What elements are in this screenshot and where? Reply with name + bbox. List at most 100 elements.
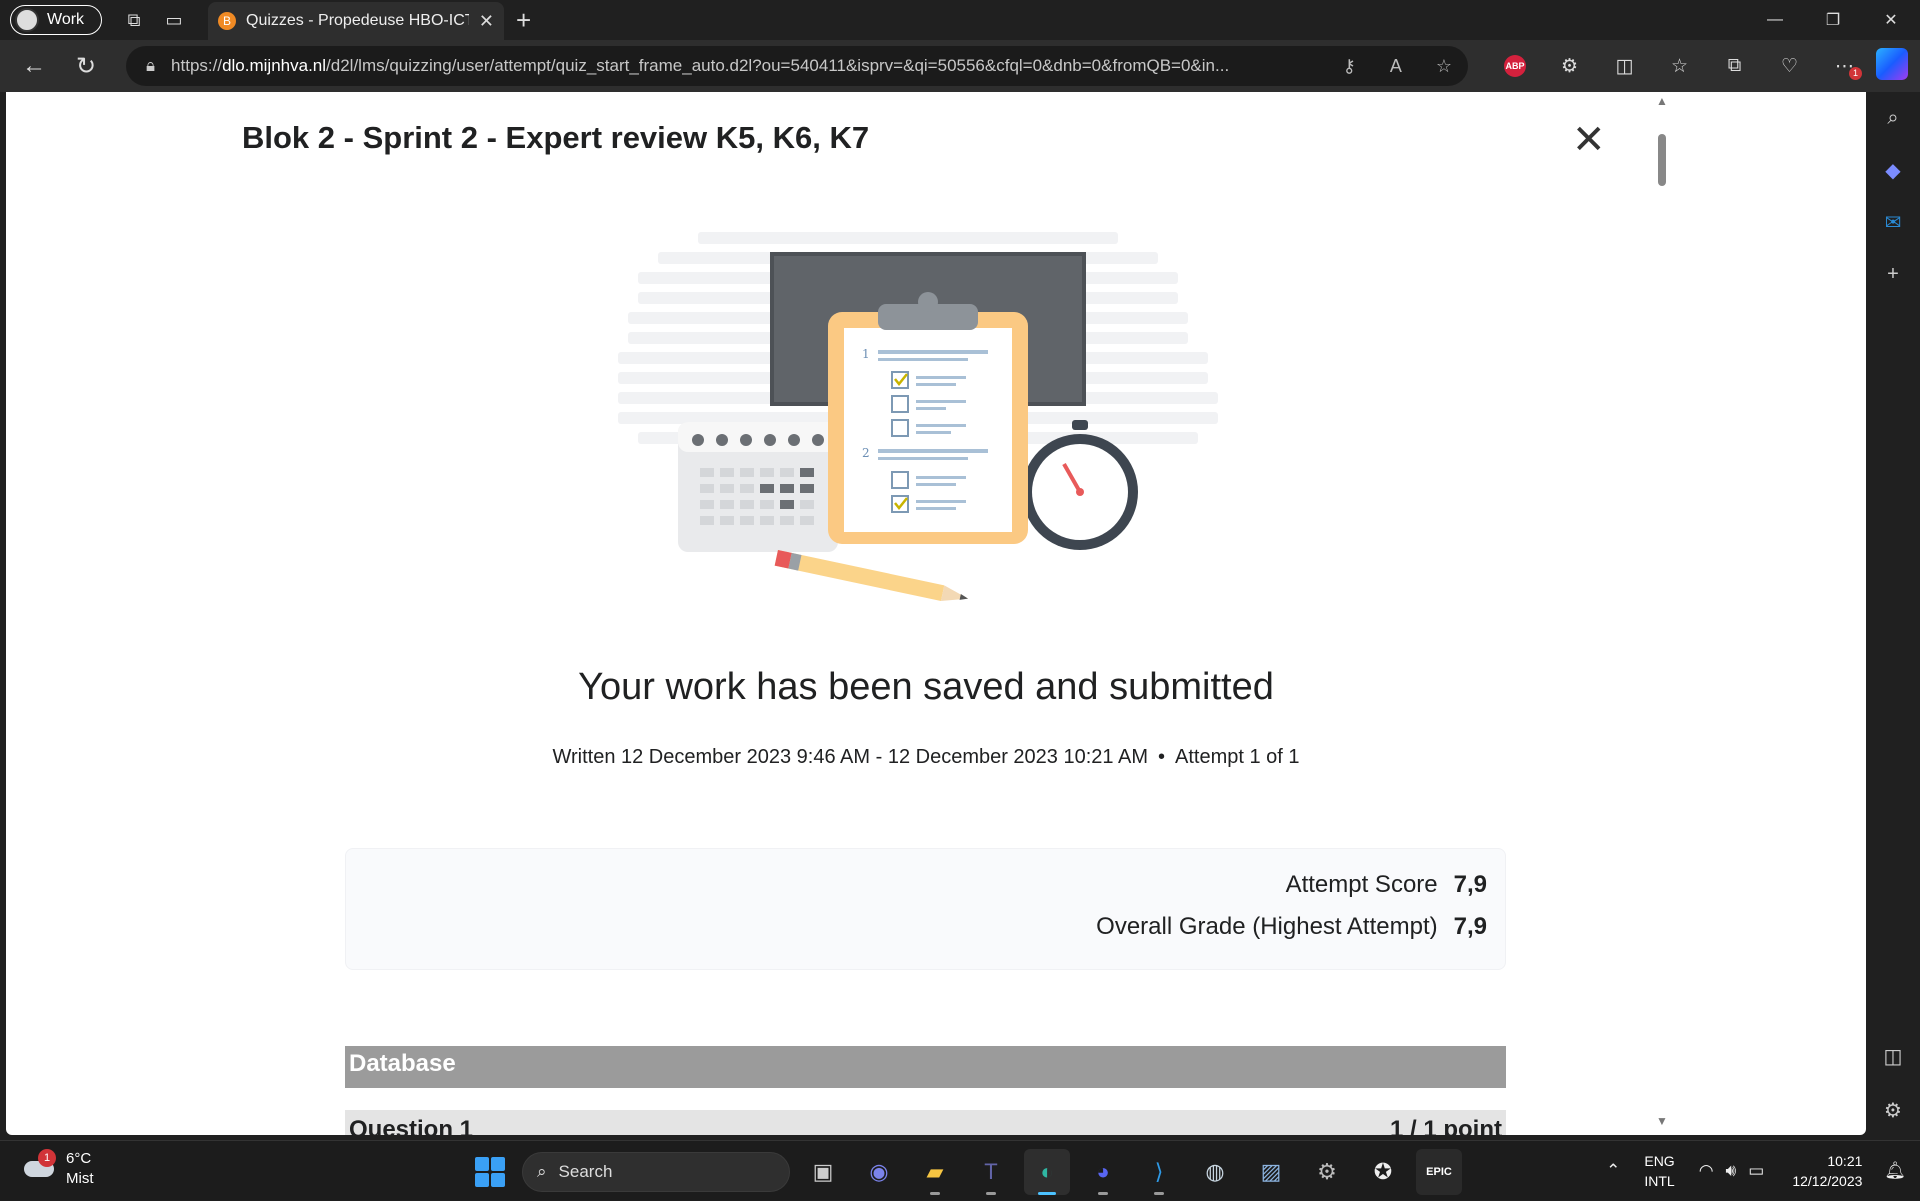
volume-icon[interactable]: 🔊︎ — [1726, 1161, 1737, 1181]
adblock-plus-icon[interactable]: ABP — [1504, 55, 1526, 77]
sidebar-toggle-icon[interactable]: ◫ — [1866, 1030, 1920, 1082]
score-summary: Attempt Score 7,9 Overall Grade (Highest… — [345, 848, 1506, 970]
clock-time: 10:21 — [1827, 1153, 1863, 1169]
tab-title: Quizzes - Propedeuse HBO-ICT 2 — [246, 12, 469, 29]
workspaces-icon[interactable]: ⧉ — [114, 0, 154, 40]
weather-widget[interactable]: 1 6°C Mist — [22, 1149, 94, 1189]
question-row: Question 1 1 / 1 point — [345, 1110, 1506, 1135]
browser-window: Work ⧉ ▭ B Quizzes - Propedeuse HBO-ICT … — [0, 0, 1920, 1140]
sidebar-search-icon[interactable]: ⌕ — [1866, 92, 1920, 144]
scroll-thumb[interactable] — [1658, 134, 1666, 186]
url-path: /d2l/lms/quizzing/user/attempt/quiz_star… — [326, 56, 1230, 75]
refresh-icon[interactable]: ↻ — [60, 52, 112, 81]
weather-desc: Mist — [66, 1170, 94, 1187]
split-screen-icon[interactable]: ◫ — [1597, 55, 1652, 78]
taskbar-search[interactable]: ⌕ Search — [522, 1152, 790, 1192]
discord-icon[interactable]: ◕ — [1080, 1149, 1126, 1195]
question-points: 1 / 1 point — [1389, 1116, 1502, 1135]
vertical-tabs-icon[interactable]: ▭ — [154, 0, 194, 40]
collections-icon[interactable]: ⧉ — [1707, 55, 1762, 77]
lang-code: ENG — [1644, 1153, 1675, 1169]
favorites-icon[interactable]: ☆ — [1652, 55, 1707, 78]
url-prefix: https:// — [171, 56, 223, 75]
close-icon[interactable]: ✕ — [1572, 120, 1606, 160]
taskbar: 1 6°C Mist ⌕ Search ▣ ◉ ▰ T ◐ ◕ ⟩ ◍ ▨ ⚙ … — [0, 1140, 1920, 1200]
weather-cloud-icon: 1 — [22, 1149, 56, 1183]
outlook-icon[interactable]: ✉ — [1866, 196, 1920, 248]
minimize-icon[interactable]: — — [1746, 0, 1804, 40]
lock-icon[interactable]: 🔒︎ — [146, 56, 155, 76]
weather-badge: 1 — [38, 1149, 56, 1167]
read-aloud-icon[interactable]: A — [1390, 56, 1402, 77]
browser-essentials-icon[interactable]: ♡ — [1762, 55, 1817, 78]
written-dates: Written 12 December 2023 9:46 AM - 12 De… — [552, 746, 1148, 768]
score-label: Attempt Score — [1285, 871, 1438, 898]
search-icon: ⌕ — [537, 1162, 547, 1181]
submission-illustration: 1 2 — [618, 232, 1218, 601]
brightspace-favicon-icon: B — [218, 12, 236, 30]
key-icon[interactable]: ⚷ — [1343, 56, 1356, 77]
copilot-icon[interactable] — [1876, 48, 1908, 80]
scroll-down-icon[interactable]: ▼ — [1656, 1114, 1668, 1128]
tab-close-icon[interactable]: ✕ — [479, 11, 494, 32]
score-label: Overall Grade (Highest Attempt) — [1096, 913, 1438, 940]
file-explorer-icon[interactable]: ▰ — [912, 1149, 958, 1195]
task-view-icon[interactable]: ▣ — [800, 1149, 846, 1195]
close-window-icon[interactable]: ✕ — [1862, 0, 1920, 40]
favorite-star-icon[interactable]: ☆ — [1436, 56, 1452, 77]
sidebar-settings-icon[interactable]: ⚙ — [1866, 1084, 1920, 1136]
show-hidden-icons-icon[interactable]: ⌃ — [1606, 1161, 1620, 1181]
score-value: 7,9 — [1453, 913, 1487, 940]
scrollbar[interactable]: ▲ ▼ — [1651, 92, 1673, 1135]
restore-icon[interactable]: ❐ — [1804, 0, 1862, 40]
submission-headline: Your work has been saved and submitted — [578, 666, 1274, 708]
wifi-icon[interactable]: ◠ — [1699, 1161, 1714, 1181]
search-label: Search — [558, 1162, 613, 1181]
weather-temp: 6°C — [66, 1150, 92, 1167]
clock[interactable]: 10:21 12/12/2023 — [1792, 1151, 1862, 1191]
attempt-score-row: Attempt Score 7,9 — [1286, 871, 1487, 899]
sidebar-copilot-icon[interactable]: ◆ — [1866, 144, 1920, 196]
question-label: Question 1 — [349, 1116, 474, 1135]
settings-icon[interactable]: ⚙ — [1304, 1149, 1350, 1195]
steelseries-icon[interactable]: ✪ — [1360, 1149, 1406, 1195]
attempt-meta: Written 12 December 2023 9:46 AM - 12 De… — [552, 746, 1300, 768]
steam-icon[interactable]: ◍ — [1192, 1149, 1238, 1195]
back-icon[interactable]: ← — [8, 52, 60, 80]
edge-sidebar: ⌕ ◆ ✉ + ◫ ⚙ — [1866, 92, 1920, 1140]
teams-icon[interactable]: T — [968, 1149, 1014, 1195]
clock-date: 12/12/2023 — [1792, 1173, 1863, 1189]
url-host: dlo.mijnhva.nl — [222, 56, 327, 75]
window-controls: — ❐ ✕ — [1746, 0, 1920, 40]
section-header: Database — [345, 1046, 1506, 1088]
lang-layout: INTL — [1644, 1173, 1675, 1189]
tab-quizzes[interactable]: B Quizzes - Propedeuse HBO-ICT 2 ✕ — [208, 2, 504, 40]
extensions-icon[interactable]: ⚙ — [1542, 55, 1597, 78]
new-tab-icon[interactable]: + — [516, 5, 531, 36]
address-bar[interactable]: 🔒︎ https://dlo.mijnhva.nl/d2l/lms/quizzi… — [126, 46, 1468, 86]
vscode-icon[interactable]: ⟩ — [1136, 1149, 1182, 1195]
notification-bell-icon[interactable]: 🔔︎ — [1884, 1161, 1906, 1181]
epic-games-icon[interactable]: EPIC — [1416, 1149, 1462, 1195]
photos-icon[interactable]: ▨ — [1248, 1149, 1294, 1195]
system-tray: ⌃ ENG INTL ◠ 🔊︎ ▭ 10:21 12/12/2023 🔔︎ — [1600, 1141, 1920, 1201]
battery-icon[interactable]: ▭ — [1748, 1161, 1764, 1181]
overall-grade-row: Overall Grade (Highest Attempt) 7,9 — [1096, 913, 1487, 941]
notification-badge: 1 — [1849, 66, 1862, 80]
scroll-up-icon[interactable]: ▲ — [1656, 94, 1668, 108]
more-menu-icon[interactable]: ⋯ 1 — [1817, 55, 1872, 80]
avatar — [15, 8, 39, 32]
page-content: Blok 2 - Sprint 2 - Expert review K5, K6… — [6, 92, 1866, 1135]
attempt-count: Attempt 1 of 1 — [1175, 746, 1300, 768]
input-language[interactable]: ENG INTL — [1644, 1151, 1674, 1191]
edge-icon[interactable]: ◐ — [1024, 1149, 1070, 1195]
score-value: 7,9 — [1453, 871, 1487, 898]
profile-label: Work — [47, 11, 85, 28]
teams-chat-icon[interactable]: ◉ — [856, 1149, 902, 1195]
sidebar-add-icon[interactable]: + — [1866, 248, 1920, 300]
quiz-title: Blok 2 - Sprint 2 - Expert review K5, K6… — [242, 120, 870, 155]
profile-button[interactable]: Work — [10, 5, 102, 35]
tab-bar: Work ⧉ ▭ B Quizzes - Propedeuse HBO-ICT … — [0, 0, 1920, 40]
address-bar-row: ← ↻ 🔒︎ https://dlo.mijnhva.nl/d2l/lms/qu… — [0, 40, 1920, 92]
start-button[interactable] — [468, 1150, 512, 1194]
